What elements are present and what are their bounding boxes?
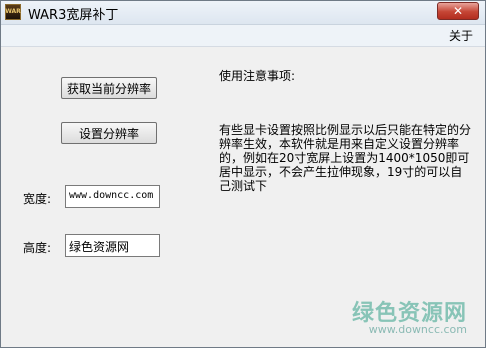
get-current-resolution-button[interactable]: 获取当前分辨率 bbox=[61, 77, 157, 99]
notes-body: 有些显卡设置按照比例显示以后只能在特定的分辨率生效，本软件就是用来自定义设置分辨… bbox=[219, 123, 472, 193]
height-input-value: 绿色资源网 bbox=[69, 240, 130, 254]
height-label: 高度: bbox=[23, 241, 52, 255]
width-input[interactable]: www.downcc.com bbox=[65, 185, 160, 208]
menu-item-about[interactable]: 关于 bbox=[449, 27, 473, 44]
title-bar[interactable]: WAR WAR3宽屏补丁 ✕ bbox=[1, 1, 485, 25]
width-label: 宽度: bbox=[23, 192, 52, 206]
warcraft-app-icon: WAR bbox=[5, 4, 21, 20]
watermark-url: www.downcc.com bbox=[368, 323, 467, 336]
close-button[interactable]: ✕ bbox=[437, 2, 479, 20]
window-title: WAR3宽屏补丁 bbox=[28, 8, 119, 23]
app-icon-text: WAR bbox=[5, 8, 21, 15]
watermark-logo: 绿色资源网 www.downcc.com bbox=[349, 295, 467, 341]
app-window: WAR WAR3宽屏补丁 ✕ 关于 获取当前分辨率 设置分辨率 宽度: www.… bbox=[0, 0, 486, 348]
height-input[interactable]: 绿色资源网 bbox=[65, 234, 160, 257]
close-icon: ✕ bbox=[452, 4, 464, 18]
set-resolution-button[interactable]: 设置分辨率 bbox=[61, 122, 157, 144]
menu-bar: 关于 bbox=[1, 25, 485, 47]
width-input-value: www.downcc.com bbox=[69, 190, 154, 201]
notes-title: 使用注意事项: bbox=[219, 69, 296, 83]
